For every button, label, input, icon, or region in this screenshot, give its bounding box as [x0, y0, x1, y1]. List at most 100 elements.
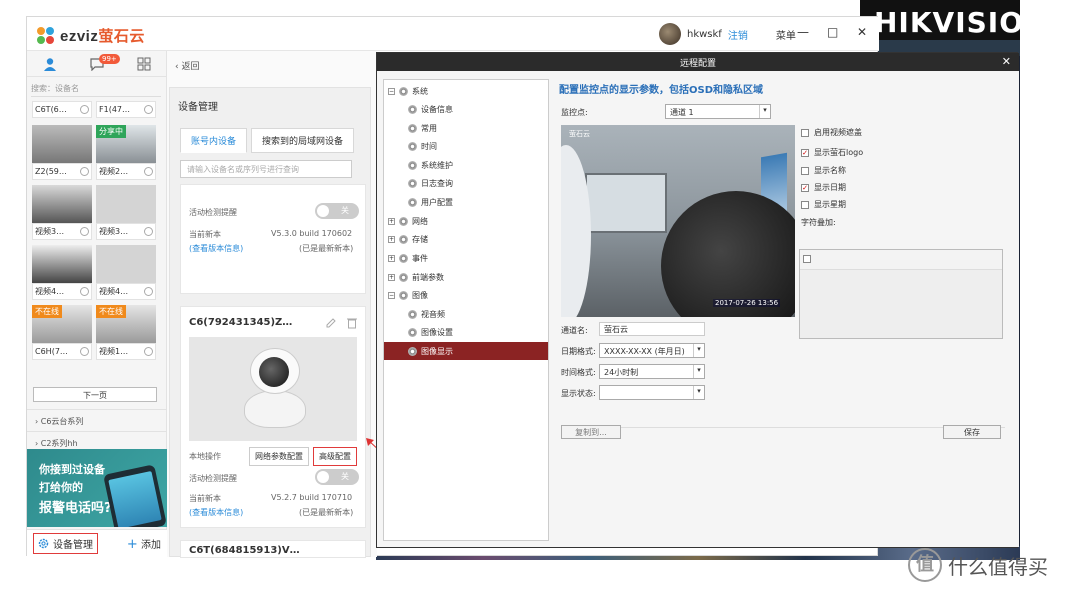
minimize-button[interactable]: —: [797, 25, 809, 39]
username: hkwskf: [687, 28, 722, 40]
device-management-area: ‹ 返回 设备管理 账号内设备 搜索到的局域网设备 请输入设备名或序列号进行查询…: [167, 51, 377, 558]
device-management-button[interactable]: 设备管理: [33, 533, 98, 554]
checkbox-video-mask[interactable]: 启用视频遮盖: [801, 127, 862, 138]
save-button[interactable]: 保存: [943, 425, 1001, 439]
network-config-button[interactable]: 网络参数配置: [249, 447, 309, 466]
history-icon: [144, 227, 153, 236]
add-device-button[interactable]: + 添加: [127, 536, 161, 552]
tree-item[interactable]: 用户配置: [384, 193, 548, 211]
gear-icon: [399, 234, 408, 244]
device-card: C6T(684815913)V…: [180, 540, 366, 558]
device-cell[interactable]: 视频4…: [96, 245, 156, 300]
history-icon: [144, 105, 153, 114]
tab-account-devices[interactable]: 账号内设备: [180, 128, 248, 153]
osd-logo: 萤石云: [569, 130, 590, 138]
phone-illustration: [103, 464, 167, 527]
view-version-link[interactable]: (查看版本信息): [189, 243, 243, 254]
chevron-down-icon: ▾: [693, 386, 704, 399]
tree-item[interactable]: + 网络: [384, 212, 548, 230]
text-overlay-list[interactable]: [799, 249, 1003, 339]
watermark-logo: 值: [908, 548, 942, 582]
tree-item[interactable]: 常用: [384, 119, 548, 137]
edit-icon[interactable]: [325, 317, 337, 329]
brand-cn: 萤石云: [98, 28, 145, 45]
device-cell[interactable]: Z2(59…: [32, 125, 92, 180]
panel-title: 设备管理: [178, 102, 218, 113]
sidebar-tabs: 99+: [27, 51, 167, 77]
tree-item[interactable]: 时间: [384, 137, 548, 155]
back-button[interactable]: ‹ 返回: [175, 59, 200, 72]
device-image: [189, 337, 357, 441]
user-area: hkwskf 注销 菜单: [659, 23, 796, 45]
tree-item[interactable]: + 存储: [384, 230, 548, 248]
gear-icon: [399, 216, 408, 226]
ad-banner[interactable]: 你接到过设备 打给你的 报警电话吗?: [27, 449, 167, 527]
tree-item[interactable]: − 系统: [384, 82, 548, 100]
close-button[interactable]: ✕: [857, 25, 867, 39]
chevron-down-icon: ▾: [693, 344, 704, 357]
tree-item[interactable]: + 事件: [384, 249, 548, 267]
tree-item[interactable]: 日志查询: [384, 174, 548, 192]
tab-lan-devices[interactable]: 搜索到的局域网设备: [251, 128, 355, 153]
tree-item-image-display[interactable]: 图像显示: [384, 342, 548, 360]
tree-item[interactable]: 视音频: [384, 305, 548, 323]
tree-item[interactable]: 图像设置: [384, 323, 548, 341]
device-cell[interactable]: 视频3…: [96, 185, 156, 240]
gear-icon: [399, 86, 408, 96]
avatar[interactable]: [659, 23, 681, 45]
status-badge: 分享中: [96, 125, 126, 138]
device-filter-input[interactable]: 请输入设备名或序列号进行查询: [180, 160, 352, 178]
device-search-input[interactable]: 搜索：设备名: [31, 81, 161, 97]
maximize-button[interactable]: □: [827, 25, 838, 39]
video-preview: 萤石云 2017-07-26 13:56: [561, 125, 795, 317]
history-icon: [80, 287, 89, 296]
tree-item[interactable]: − 图像: [384, 286, 548, 304]
trash-icon[interactable]: [347, 317, 357, 329]
gear-icon: [399, 290, 408, 300]
checkbox-show-name[interactable]: 显示名称: [801, 165, 846, 176]
dialog-close-icon[interactable]: ✕: [1002, 55, 1011, 68]
device-cell[interactable]: 视频3…: [32, 185, 92, 240]
status-badge: 不在线: [32, 305, 62, 318]
device-name: C6T(684815913)V…: [189, 545, 300, 556]
copy-to-button[interactable]: 复制到...: [561, 425, 621, 439]
date-format-select[interactable]: XXXX-XX-XX (年月日) ▾: [599, 343, 705, 358]
gear-icon: [399, 253, 408, 263]
checkbox-show-date[interactable]: ✓ 显示日期: [801, 182, 846, 193]
view-version-link[interactable]: (查看版本信息): [189, 507, 243, 518]
device-cell[interactable]: 视频4…: [32, 245, 92, 300]
gear-icon: [408, 141, 417, 151]
tree-item[interactable]: 系统维护: [384, 156, 548, 174]
gear-icon: [408, 309, 417, 319]
logout-link[interactable]: 注销: [728, 27, 748, 42]
checkbox-show-logo[interactable]: ✓ 显示萤石logo: [801, 147, 863, 158]
motion-toggle[interactable]: 关: [315, 469, 359, 485]
checkbox-show-weekday[interactable]: 显示星期: [801, 199, 846, 210]
ezviz-logo-icon: [37, 26, 55, 45]
gear-icon: [408, 160, 417, 170]
series-c6[interactable]: › C6云台系列: [27, 409, 167, 431]
next-page-button[interactable]: 下一页: [33, 387, 157, 402]
device-cell[interactable]: 分享中 视频2…: [96, 125, 156, 180]
camera-illustration: [245, 349, 305, 429]
channel-select[interactable]: 通道 1 ▾: [665, 104, 771, 119]
tree-item[interactable]: + 前端参数: [384, 268, 548, 286]
display-state-select[interactable]: ▾: [599, 385, 705, 400]
overlay-checkbox[interactable]: [803, 255, 811, 263]
osd-date: 2017-07-26 13:56: [713, 299, 781, 307]
gear-icon: [408, 123, 417, 133]
tree-item[interactable]: 设备信息: [384, 100, 548, 118]
time-format-select[interactable]: 24小时制 ▾: [599, 364, 705, 379]
gear-icon: [399, 272, 408, 282]
channel-name-input[interactable]: 萤石云: [599, 322, 705, 336]
history-icon: [144, 347, 153, 356]
device-cell[interactable]: 不在线 C6H(7…: [32, 305, 92, 360]
device-cell[interactable]: 不在线 视频1…: [96, 305, 156, 360]
grid-icon[interactable]: [137, 57, 151, 71]
dialog-title: 远程配置: [377, 53, 1019, 71]
advanced-config-button[interactable]: 高级配置: [313, 447, 357, 466]
history-icon: [80, 347, 89, 356]
person-icon[interactable]: [43, 57, 57, 71]
motion-toggle[interactable]: 关: [315, 203, 359, 219]
menu-button[interactable]: 菜单: [776, 27, 796, 42]
